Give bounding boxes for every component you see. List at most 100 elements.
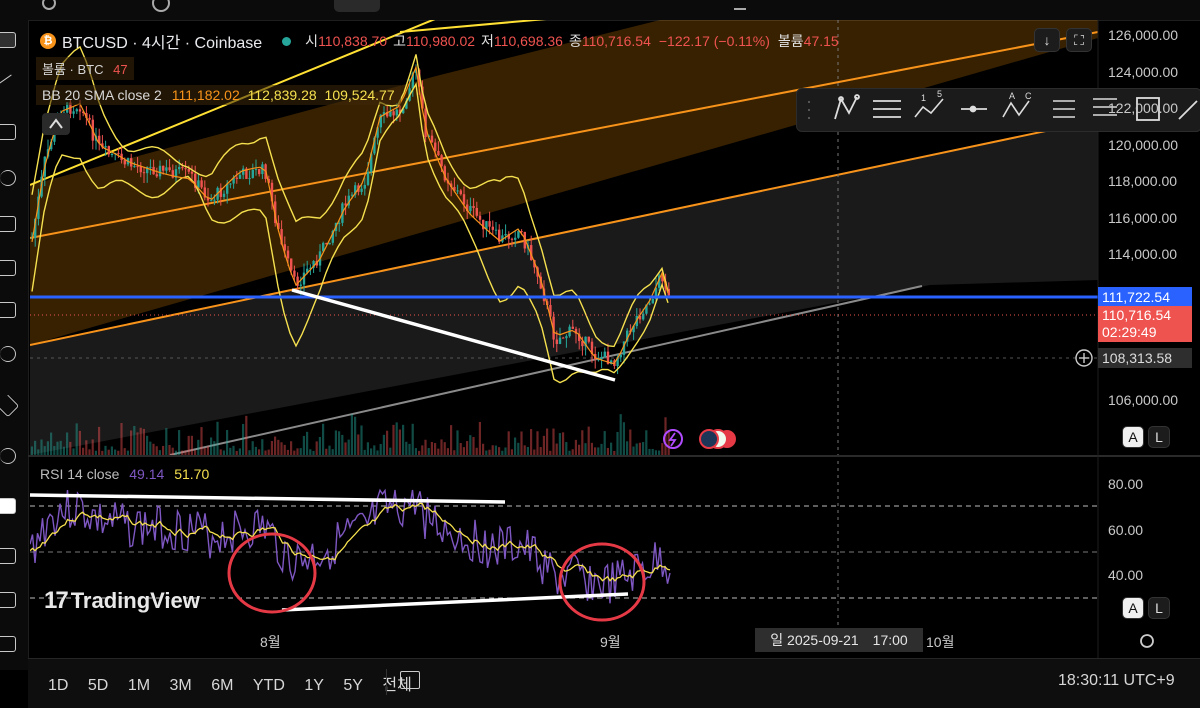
range-1y-button[interactable]: 1Y [304,677,324,695]
market-status-dot-icon [282,36,292,46]
volume-bar [354,416,357,455]
bb-legend[interactable]: BB 20 SMA close 2 111,182.02 112,839.28 … [36,85,401,105]
drawn-channels[interactable] [30,0,1098,455]
volume-bar [232,445,235,455]
volume-bar [162,445,165,455]
abcd-pattern-icon[interactable]: AC [1002,91,1032,118]
candle-body [565,336,568,339]
candle-body [430,135,434,143]
volume-bar [363,449,366,455]
range-separator [386,669,387,695]
volume-bar [357,434,360,455]
range-3m-button[interactable]: 3M [170,677,192,695]
volume-bar [315,441,318,455]
rsi-legend[interactable]: RSI 14 close 49.14 51.70 [40,466,209,482]
volume-bar [117,450,120,455]
candle-body [350,194,354,196]
volume-bar [434,443,437,455]
log-scale-button[interactable]: L [1148,426,1170,448]
range-5d-button[interactable]: 5D [88,677,108,695]
candle-body [293,270,296,277]
auto-scale-button[interactable]: A [1122,426,1144,448]
rsi-circle-left[interactable] [227,532,317,614]
volume-bar [283,444,286,455]
fib-retracement-icon[interactable] [1053,100,1075,118]
elliott-wave-icon[interactable]: 15 [914,89,944,118]
price-axis-label: 106,000.00 [1108,392,1179,408]
horizontal-line-price-tag: 111,722.54 [1098,287,1192,307]
volume-bar [568,450,571,455]
range-ytd-button[interactable]: YTD [253,677,285,695]
range-1d-button[interactable]: 1D [48,677,68,695]
rsi-legend-label: RSI 14 close [40,466,120,482]
time-axis-label-sep: 9월 [600,634,621,650]
range-6m-button[interactable]: 6M [211,677,233,695]
volume-bar [338,431,341,455]
candle-body [299,284,302,286]
range-1m-button[interactable]: 1M [128,677,150,695]
volume-bar [498,447,501,455]
trend-line-icon[interactable] [1178,100,1198,120]
chart-settings-icon[interactable] [1140,634,1154,648]
volume-bar [379,443,382,455]
volume-bar [392,424,395,455]
volume-bar [126,450,129,455]
volume-bar [427,448,430,455]
volume-bar [597,447,600,455]
rsi-bottom-trend-line[interactable] [281,592,629,612]
volume-bar [667,431,670,455]
volume-bar [533,449,536,455]
open-value: 110,838.70 [318,33,388,49]
parallel-lines-icon[interactable] [873,100,901,118]
volume-bar [542,435,545,455]
go-to-date-icon[interactable] [400,671,420,689]
range-5y-button[interactable]: 5Y [343,677,363,695]
event-flash-icon[interactable] [663,429,683,449]
volume-bar [286,449,289,455]
economic-events-icon[interactable] [699,429,736,449]
volume-bar [619,414,622,455]
symbol-title[interactable]: BTCUSD · 4시간 · Coinbase [62,29,262,53]
volume-bar [414,448,417,455]
volume-bar [213,441,216,455]
candle-body [517,231,520,238]
volume-bar [424,439,427,455]
volume-bar [360,425,363,455]
rsi-auto-scale-button[interactable]: A [1122,597,1144,619]
clock[interactable]: 18:30:11 UTC+9 [1058,672,1175,690]
svg-text:5: 5 [937,89,942,99]
rsi-log-scale-button[interactable]: L [1148,597,1170,619]
candle-body [392,111,395,116]
volume-bar [350,414,353,455]
candle-body [440,155,443,167]
candle-body [117,152,120,154]
volume-bar [174,450,177,455]
close-value: 110,716.54 [581,33,651,49]
volume-bar [421,445,424,455]
volume-bar [142,428,145,455]
volume-bar [120,422,123,455]
volume-bar [318,436,321,455]
crosshair-date: 일 2025-09-21 [770,632,859,648]
volume-bar [562,432,565,455]
collapse-legend-icon[interactable] [42,113,70,135]
volume-bar [187,435,190,455]
horizontal-ray-icon[interactable] [961,105,987,113]
volume-bar [370,448,373,455]
candle-body [210,199,213,201]
candle-body [286,250,290,259]
volume-bar [610,442,613,455]
volume-bar [571,449,574,455]
download-icon[interactable]: ↓ [1034,28,1060,52]
volume-bar [382,434,385,455]
pattern-icon[interactable] [834,94,860,120]
volume-bar [526,446,529,455]
last-price-tag: 110,716.54 02:29:49 [1098,306,1192,342]
rsi-top-trend-line[interactable] [29,493,506,504]
volume-legend[interactable]: 볼륨 · BTC 47 [36,57,134,80]
volume-bar [194,450,197,455]
volume-bar [594,447,597,455]
candle-body [139,166,142,173]
fullscreen-icon[interactable]: ⛶ [1066,28,1092,52]
volume-bar [306,431,309,455]
